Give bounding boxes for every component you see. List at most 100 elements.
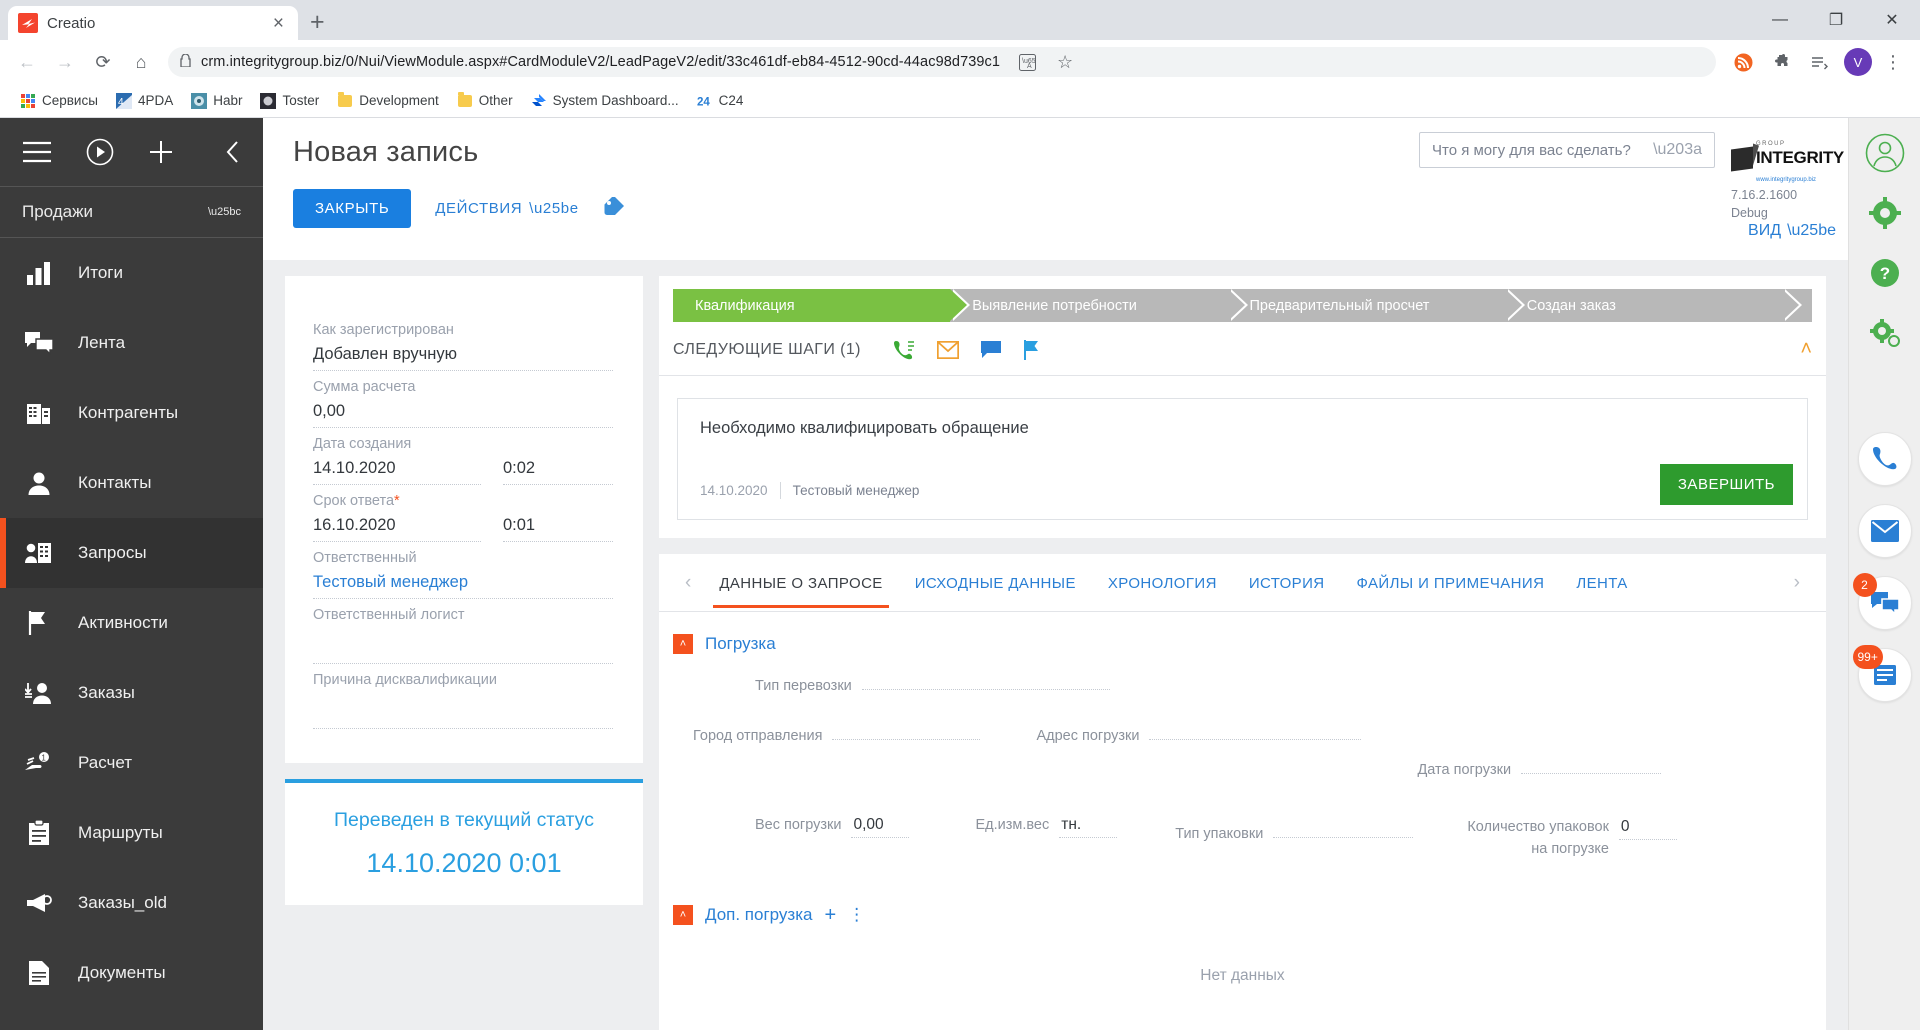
field-value[interactable] bbox=[313, 695, 613, 729]
tab-dannye-o-zaprose[interactable]: ДАННЫЕ О ЗАПРОСЕ bbox=[703, 557, 898, 608]
field-input[interactable] bbox=[1149, 718, 1362, 740]
view-selector[interactable]: ВИД \u25be bbox=[1748, 222, 1836, 240]
sidebar-item-zakazy[interactable]: Заказы bbox=[0, 658, 263, 728]
collapse-next-steps-icon[interactable]: ˄ bbox=[1800, 338, 1812, 361]
profile-avatar[interactable]: V bbox=[1844, 48, 1872, 76]
collapse-group-icon[interactable]: ˄ bbox=[673, 634, 693, 654]
collapse-group-icon[interactable]: ˄ bbox=[673, 904, 693, 925]
field-value[interactable] bbox=[313, 630, 613, 664]
window-close-icon[interactable]: ✕ bbox=[1864, 0, 1920, 40]
stage-label: Квалификация bbox=[695, 297, 795, 314]
habr-icon bbox=[191, 92, 208, 109]
field-input[interactable] bbox=[1273, 816, 1414, 838]
stage-sozdan-zakaz[interactable]: Создан заказ bbox=[1504, 289, 1803, 322]
back-icon[interactable]: ← bbox=[10, 45, 44, 79]
field-value-time[interactable]: 0:01 bbox=[503, 516, 613, 542]
minimize-icon[interactable]: — bbox=[1752, 0, 1808, 40]
close-button[interactable]: ЗАКРЫТЬ bbox=[293, 189, 412, 228]
bookmark-b24[interactable]: 24 С24 bbox=[689, 89, 752, 113]
tab-lenta[interactable]: ЛЕНТА bbox=[1560, 557, 1643, 608]
gear-icon[interactable] bbox=[1864, 192, 1906, 234]
notifications-icon[interactable]: 99+ bbox=[1852, 645, 1912, 702]
settings-gear-icon[interactable] bbox=[1864, 312, 1906, 354]
tab-istoriya[interactable]: ИСТОРИЯ bbox=[1233, 557, 1341, 608]
stage-vyyavlenie-potrebnosti[interactable]: Выявление потребности bbox=[950, 289, 1248, 322]
bookmark-label: С24 bbox=[718, 93, 744, 108]
jira-icon bbox=[531, 93, 547, 109]
field-input[interactable] bbox=[1521, 752, 1662, 774]
tab-khronologiya[interactable]: ХРОНОЛОГИЯ bbox=[1092, 557, 1233, 608]
translate-icon[interactable]: \u6587A bbox=[1010, 45, 1044, 79]
help-icon[interactable]: ? bbox=[1864, 252, 1906, 294]
sidebar-item-marshruty[interactable]: Маршруты bbox=[0, 798, 263, 868]
tab-iskhodnye-dannye[interactable]: ИСХОДНЫЕ ДАННЫЕ bbox=[899, 557, 1092, 608]
puzzle-icon[interactable] bbox=[1764, 45, 1798, 79]
field-input[interactable]: тн. bbox=[1059, 816, 1118, 838]
field-value-owner-link[interactable]: Тестовый менеджер bbox=[313, 573, 613, 599]
browser-menu-icon[interactable]: ⋮ bbox=[1876, 45, 1910, 79]
home-icon[interactable]: ⌂ bbox=[124, 45, 158, 79]
chat-icon[interactable]: 2 bbox=[1852, 573, 1912, 630]
collapse-nav-icon[interactable] bbox=[225, 140, 241, 164]
reload-icon[interactable]: ⟳ bbox=[86, 45, 120, 79]
bookmark-toster[interactable]: Toster bbox=[252, 89, 327, 113]
sidebar-item-itogi[interactable]: Итоги bbox=[0, 238, 263, 308]
sidebar-item-kontakty[interactable]: Контакты bbox=[0, 448, 263, 518]
user-circle-icon[interactable] bbox=[1864, 132, 1906, 174]
sidebar-item-dokumenty[interactable]: Документы bbox=[0, 938, 263, 1008]
phone-icon[interactable] bbox=[1857, 432, 1912, 486]
actions-button[interactable]: ДЕЙСТВИЯ \u25be bbox=[435, 200, 578, 217]
sidebar-item-kontragenty[interactable]: Контрагенты bbox=[0, 378, 263, 448]
bookmark-system-dashboard[interactable]: System Dashboard... bbox=[523, 89, 687, 113]
stage-predvaritelnyy-proschet[interactable]: Предварительный просчет bbox=[1227, 289, 1526, 322]
address-bar[interactable]: crm.integritygroup.biz/0/Nui/ViewModule.… bbox=[168, 47, 1716, 77]
stage-kvalifikaciya[interactable]: Квалификация bbox=[673, 289, 971, 322]
add-record-icon[interactable] bbox=[148, 139, 174, 165]
detail-menu-icon[interactable]: ⋮ bbox=[848, 906, 865, 923]
field-value[interactable]: 0,00 bbox=[313, 402, 613, 428]
field-value-date[interactable]: 14.10.2020 bbox=[313, 459, 481, 485]
tab-fayly-i-primechaniya[interactable]: ФАЙЛЫ И ПРИМЕЧАНИЯ bbox=[1341, 557, 1561, 608]
maximize-icon[interactable]: ❐ bbox=[1808, 0, 1864, 40]
chevron-right-icon[interactable]: \u203a bbox=[1653, 141, 1702, 159]
sidebar-item-zaprosy[interactable]: Запросы bbox=[0, 518, 263, 588]
bookmark-development[interactable]: Development bbox=[329, 89, 447, 113]
complete-task-button[interactable]: ЗАВЕРШИТЬ bbox=[1659, 464, 1793, 505]
new-tab-button[interactable]: + bbox=[310, 10, 325, 40]
field-input[interactable] bbox=[832, 718, 981, 740]
rss-icon[interactable] bbox=[1726, 45, 1760, 79]
field-input[interactable]: 0,00 bbox=[851, 816, 910, 838]
field-value[interactable]: Добавлен вручную bbox=[313, 345, 613, 371]
next-step-task-card[interactable]: Необходимо квалифицировать обращение 14.… bbox=[677, 398, 1808, 520]
sidebar-item-aktivnosti[interactable]: Активности bbox=[0, 588, 263, 658]
sidebar-item-zakazy-old[interactable]: Заказы_old bbox=[0, 868, 263, 938]
field-input[interactable]: 0 bbox=[1618, 818, 1677, 840]
tabs-next-icon[interactable]: › bbox=[1782, 572, 1812, 594]
bookmark-other[interactable]: Other bbox=[449, 89, 521, 113]
bookmark-services[interactable]: Сервисы bbox=[12, 89, 106, 113]
sidebar-item-lenta[interactable]: Лента bbox=[0, 308, 263, 378]
tag-button[interactable] bbox=[603, 195, 625, 220]
email-icon[interactable] bbox=[936, 340, 959, 359]
bookmark-4pda[interactable]: 4 4PDA bbox=[108, 89, 181, 113]
tabs-prev-icon[interactable]: ‹ bbox=[673, 572, 703, 594]
bookmark-habr[interactable]: Habr bbox=[183, 89, 250, 113]
reading-list-icon[interactable] bbox=[1802, 45, 1836, 79]
call-icon[interactable] bbox=[893, 340, 915, 360]
message-icon[interactable] bbox=[980, 340, 1001, 359]
star-icon[interactable]: ☆ bbox=[1048, 45, 1082, 79]
ask-assistant-input[interactable]: Что я могу для вас сделать? \u203a bbox=[1419, 132, 1715, 168]
field-input[interactable] bbox=[861, 668, 1110, 690]
field-value-date[interactable]: 16.10.2020 bbox=[313, 516, 481, 542]
envelope-icon[interactable] bbox=[1857, 504, 1912, 558]
run-process-icon[interactable] bbox=[86, 138, 114, 166]
forward-icon[interactable]: → bbox=[48, 45, 82, 79]
hamburger-menu-icon[interactable] bbox=[22, 141, 52, 163]
field-value-time[interactable]: 0:02 bbox=[503, 459, 613, 485]
workplace-selector[interactable]: Продажи \u25bc bbox=[0, 186, 263, 238]
add-row-icon[interactable]: + bbox=[825, 905, 837, 925]
close-icon[interactable]: × bbox=[269, 14, 288, 33]
flag-icon[interactable] bbox=[1023, 339, 1041, 360]
browser-tab[interactable]: Creatio × bbox=[8, 6, 298, 40]
sidebar-item-raschet[interactable]: 1 Расчет bbox=[0, 728, 263, 798]
